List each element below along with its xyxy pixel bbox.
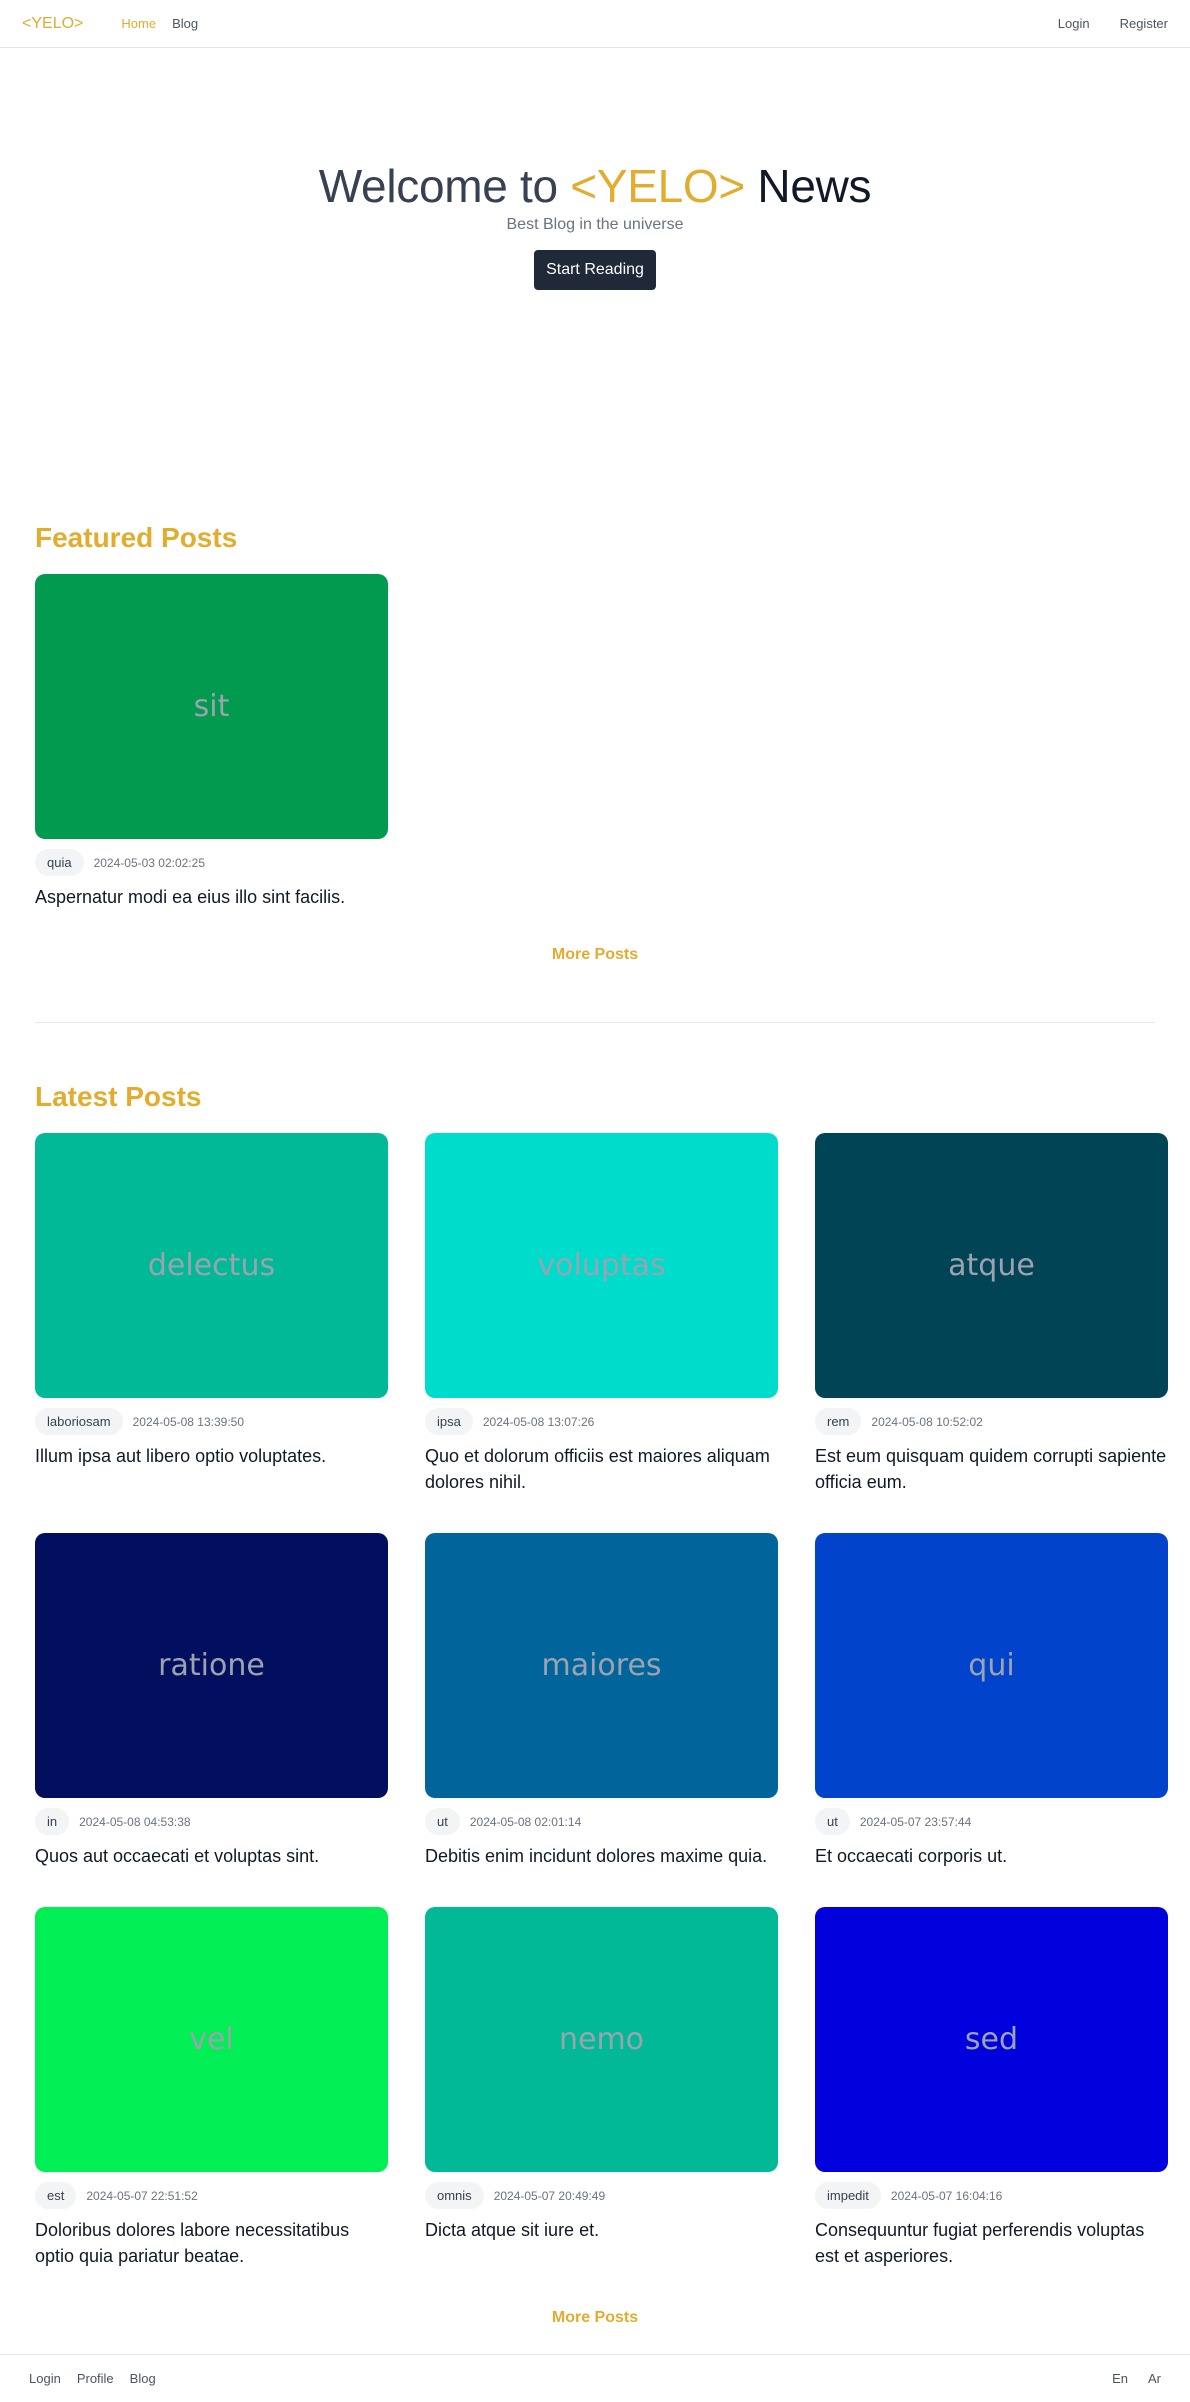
- nav-login-link[interactable]: Login: [1058, 16, 1090, 31]
- post-title-link[interactable]: Consequuntur fugiat perferendis voluptas…: [815, 2217, 1168, 2269]
- post-date: 2024-05-07 16:04:16: [890, 2188, 1003, 2203]
- post-image[interactable]: sit: [35, 574, 388, 839]
- nav-register-link[interactable]: Register: [1120, 16, 1168, 31]
- post-date: 2024-05-08 13:07:26: [482, 1414, 595, 1429]
- post-image[interactable]: vel: [35, 1907, 388, 2172]
- post-card[interactable]: delectus laboriosam 2024-05-08 13:39:50 Ill…: [35, 1133, 388, 1495]
- post-image[interactable]: sed: [815, 1907, 1168, 2172]
- section-divider: [35, 1022, 1155, 1023]
- start-reading-button[interactable]: Start Reading: [534, 250, 656, 290]
- post-tag-badge[interactable]: omnis: [425, 2182, 484, 2209]
- latest-title: Latest Posts: [35, 1081, 202, 1112]
- lang-en-link[interactable]: En: [1112, 2371, 1128, 2386]
- featured-grid: sit quia 2024-05-03 02:02:25 Aspernatur mod…: [35, 574, 1155, 910]
- nav-auth-links: Login Register: [1058, 16, 1168, 31]
- post-meta: impedit 2024-05-07 16:04:16: [815, 2182, 1168, 2209]
- lang-ar-link[interactable]: Ar: [1148, 2371, 1161, 2386]
- post-meta: omnis 2024-05-07 20:49:49: [425, 2182, 778, 2209]
- footer-profile-link[interactable]: Profile: [77, 2371, 114, 2386]
- post-image[interactable]: qui: [815, 1533, 1168, 1798]
- post-date: 2024-05-08 10:52:02: [871, 1414, 983, 1429]
- post-image[interactable]: maiores: [425, 1533, 778, 1798]
- post-title-link[interactable]: Est eum quisquam quidem corrupti sapient…: [815, 1443, 1168, 1495]
- post-meta: laboriosam 2024-05-08 13:39:50: [35, 1408, 388, 1435]
- post-card[interactable]: ratione in 2024-05-08 04:53:38 Quos aut occ…: [35, 1533, 388, 1869]
- post-card[interactable]: sit quia 2024-05-03 02:02:25 Aspernatur mod…: [35, 574, 388, 910]
- post-card[interactable]: nemo omnis 2024-05-07 20:49:49 Dicta atque …: [425, 1907, 778, 2269]
- post-tag-badge[interactable]: ipsa: [425, 1408, 473, 1435]
- post-card[interactable]: maiores ut 2024-05-08 02:01:14 Debitis enim…: [425, 1533, 778, 1869]
- footer-login-link[interactable]: Login: [29, 2371, 61, 2386]
- post-tag-badge[interactable]: laboriosam: [35, 1408, 123, 1435]
- post-tag-badge[interactable]: impedit: [815, 2182, 881, 2209]
- nav-links: Home Blog: [121, 16, 198, 31]
- post-title-link[interactable]: Illum ipsa aut libero optio voluptates.: [35, 1443, 388, 1469]
- post-title-link[interactable]: Debitis enim incidunt dolores maxime qui…: [425, 1843, 778, 1869]
- post-card[interactable]: atque rem 2024-05-08 10:52:02 Est eum quisq…: [815, 1133, 1168, 1495]
- latest-more-posts-link[interactable]: More Posts: [552, 2309, 638, 2326]
- post-meta: ipsa 2024-05-08 13:07:26: [425, 1408, 778, 1435]
- post-title-link[interactable]: Quo et dolorum officiis est maiores aliq…: [425, 1443, 778, 1495]
- post-meta: est 2024-05-07 22:51:52: [35, 2182, 388, 2209]
- brand-logo[interactable]: <YELO>: [22, 15, 83, 33]
- post-date: 2024-05-07 20:49:49: [493, 2188, 606, 2203]
- footer-links: Login Profile Blog: [29, 2371, 156, 2386]
- post-meta: ut 2024-05-07 23:57:44: [815, 1808, 1168, 1835]
- post-date: 2024-05-03 02:02:25: [93, 855, 206, 870]
- footer: Login Profile Blog En Ar: [0, 2354, 1190, 2402]
- featured-section: Featured Posts sit quia 2024-05-03 02:02:2…: [0, 522, 1190, 964]
- hero-tagline: Best Blog in the universe: [506, 216, 684, 233]
- post-image[interactable]: nemo: [425, 1907, 778, 2172]
- post-image[interactable]: atque: [815, 1133, 1168, 1398]
- hero-section: Welcome to <YELO> News Best Blog in the …: [0, 48, 1190, 448]
- post-title-link[interactable]: Doloribus dolores labore necessitatibus …: [35, 2217, 388, 2269]
- post-card[interactable]: qui ut 2024-05-07 23:57:44 Et occaecati cor…: [815, 1533, 1168, 1869]
- post-image[interactable]: voluptas: [425, 1133, 778, 1398]
- hero-welcome-text: Welcome to: [318, 160, 558, 212]
- post-meta: in 2024-05-08 04:53:38: [35, 1808, 388, 1835]
- latest-grid: delectus laboriosam 2024-05-08 13:39:50 Ill…: [35, 1133, 1168, 2269]
- post-title-link[interactable]: Et occaecati corporis ut.: [815, 1843, 1168, 1869]
- post-title-link[interactable]: Quos aut occaecati et voluptas sint.: [35, 1843, 388, 1869]
- post-image[interactable]: delectus: [35, 1133, 388, 1398]
- post-tag-badge[interactable]: est: [35, 2182, 77, 2209]
- post-date: 2024-05-08 13:39:50: [132, 1414, 245, 1429]
- hero-heading: Welcome to <YELO> News: [0, 160, 1190, 212]
- post-date: 2024-05-08 02:01:14: [469, 1814, 582, 1829]
- post-image[interactable]: ratione: [35, 1533, 388, 1798]
- featured-more-posts-link[interactable]: More Posts: [552, 946, 638, 963]
- post-meta: ut 2024-05-08 02:01:14: [425, 1808, 778, 1835]
- nav-link-home[interactable]: Home: [121, 16, 156, 31]
- post-tag-badge[interactable]: quia: [35, 849, 84, 876]
- language-switcher: En Ar: [1112, 2371, 1161, 2386]
- post-title-link[interactable]: Dicta atque sit iure et.: [425, 2217, 778, 2243]
- post-meta: quia 2024-05-03 02:02:25: [35, 849, 388, 876]
- footer-blog-link[interactable]: Blog: [130, 2371, 156, 2386]
- top-nav: <YELO> Home Blog Login Register: [0, 0, 1190, 48]
- post-date: 2024-05-07 23:57:44: [859, 1814, 972, 1829]
- post-tag-badge[interactable]: ut: [425, 1808, 460, 1835]
- post-date: 2024-05-08 04:53:38: [79, 1814, 191, 1829]
- post-title-link[interactable]: Aspernatur modi ea eius illo sint facili…: [35, 884, 388, 910]
- nav-link-blog[interactable]: Blog: [172, 16, 198, 31]
- post-date: 2024-05-07 22:51:52: [86, 2188, 198, 2203]
- post-meta: rem 2024-05-08 10:52:02: [815, 1408, 1168, 1435]
- hero-news-text: News: [757, 160, 872, 212]
- post-card[interactable]: vel est 2024-05-07 22:51:52 Doloribus dolor…: [35, 1907, 388, 2269]
- post-tag-badge[interactable]: rem: [815, 1408, 862, 1435]
- latest-section: Latest Posts delectus laboriosam 2024-05-0…: [0, 1081, 1190, 2327]
- hero-brand-text: <YELO>: [570, 160, 745, 212]
- post-card[interactable]: sed impedit 2024-05-07 16:04:16 Consequuntu…: [815, 1907, 1168, 2269]
- post-tag-badge[interactable]: ut: [815, 1808, 850, 1835]
- featured-title: Featured Posts: [35, 522, 238, 553]
- post-card[interactable]: voluptas ipsa 2024-05-08 13:07:26 Quo et do…: [425, 1133, 778, 1495]
- post-tag-badge[interactable]: in: [35, 1808, 70, 1835]
